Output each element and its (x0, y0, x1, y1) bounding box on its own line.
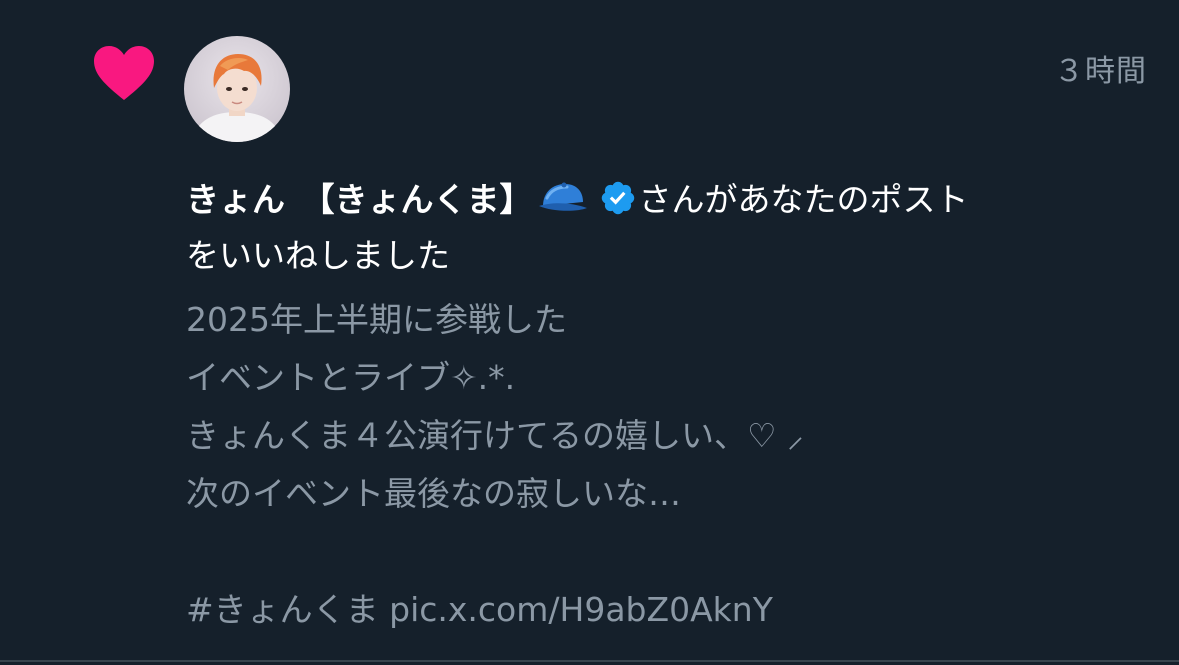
post-hashtag-link-line[interactable]: #きょんくま pic.x.com/H9abZ0AknY (186, 581, 1152, 639)
post-line: 2025年上半期に参戦した (186, 300, 567, 339)
avatar[interactable] (184, 36, 290, 142)
action-text-line1: さんがあなたのポスト (638, 180, 969, 219)
user-name[interactable]: きょん 【きょんくま】 (186, 180, 533, 219)
divider (0, 660, 1179, 662)
user-avatar-image (184, 36, 290, 142)
action-text-line2: をいいねしました (186, 236, 450, 275)
blue-cap-icon (538, 182, 587, 211)
post-text[interactable]: 2025年上半期に参戦した イベントとライブ✧.*. きょんくま４公演行けてるの… (186, 291, 1152, 639)
post-line: きょんくま４公演行けてるの嬉しい、♡ ⸝ (186, 416, 804, 455)
notification-headline: きょん 【きょんくま】 さんがあなたのポストをいいねしました (186, 172, 1152, 284)
post-blank-line (186, 523, 1152, 581)
like-notification[interactable]: ３時間 きょん 【きょんくま】 さんがあなたのポストをいいねしました 2025年… (0, 0, 1179, 662)
post-line: 次のイベント最後なの寂しいな… (186, 474, 681, 513)
verified-badge-icon (601, 181, 634, 214)
timestamp[interactable]: ３時間 (1054, 46, 1147, 90)
post-line: イベントとライブ✧.*. (186, 358, 516, 397)
heart-icon (94, 46, 154, 100)
